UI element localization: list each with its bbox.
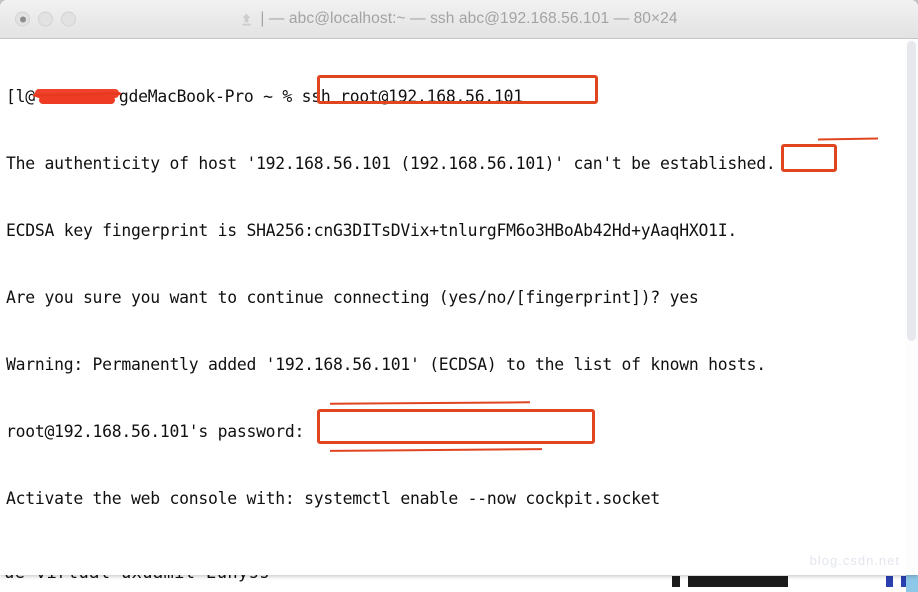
terminal-line: [l@ gdeMacBook-Pro ~ % ssh root@192.168.5… xyxy=(6,86,906,108)
terminal-line: Activate the web console with: systemctl… xyxy=(6,488,661,508)
background-window[interactable]: ue virtual uxuamit Eunyss xyxy=(0,572,918,592)
terminal-output: [l@ gdeMacBook-Pro ~ % ssh root@192.168.5… xyxy=(6,41,906,575)
traffic-lights xyxy=(15,11,76,27)
background-window-glyph xyxy=(688,576,788,587)
title-bar[interactable]: | — abc@localhost:~ — ssh abc@192.168.56… xyxy=(0,0,918,39)
watermark: blog.csdn.net xyxy=(809,553,900,568)
window-title: | — abc@localhost:~ — ssh abc@192.168.56… xyxy=(260,10,678,27)
prompt-suffix: gdeMacBook-Pro ~ % xyxy=(118,86,302,106)
terminal-body[interactable]: [l@ gdeMacBook-Pro ~ % ssh root@192.168.5… xyxy=(0,39,918,575)
background-window-glyph xyxy=(672,576,680,587)
command-ssh-root: ssh root@192.168.56.101 xyxy=(301,86,523,106)
terminal-line: Warning: Permanently added '192.168.56.1… xyxy=(6,354,766,374)
prompt-prefix: [l@ xyxy=(6,86,35,106)
terminal-line: ECDSA key fingerprint is SHA256:cnG3DITs… xyxy=(6,220,737,240)
terminal-line: Are you sure you want to continue connec… xyxy=(6,287,699,307)
screenshot-root: ue virtual uxuamit Eunyss | — abc@localh… xyxy=(0,0,918,592)
background-window-edge xyxy=(906,572,918,592)
scrollbar-thumb[interactable] xyxy=(907,41,916,341)
terminal-line: The authenticity of host '192.168.56.101… xyxy=(6,153,776,173)
background-window-glyph xyxy=(886,576,893,587)
terminal-scrollbar[interactable] xyxy=(905,39,918,575)
redacted-hostname xyxy=(32,88,121,104)
terminal-line: root@192.168.56.101's password: xyxy=(6,421,305,441)
terminal-window: | — abc@localhost:~ — ssh abc@192.168.56… xyxy=(0,0,918,575)
zoom-button[interactable] xyxy=(61,11,76,27)
minimize-button[interactable] xyxy=(38,11,53,27)
window-title-wrap: | — abc@localhost:~ — ssh abc@192.168.56… xyxy=(240,10,678,28)
upload-arrow-icon xyxy=(242,12,252,26)
close-button[interactable] xyxy=(15,11,30,27)
